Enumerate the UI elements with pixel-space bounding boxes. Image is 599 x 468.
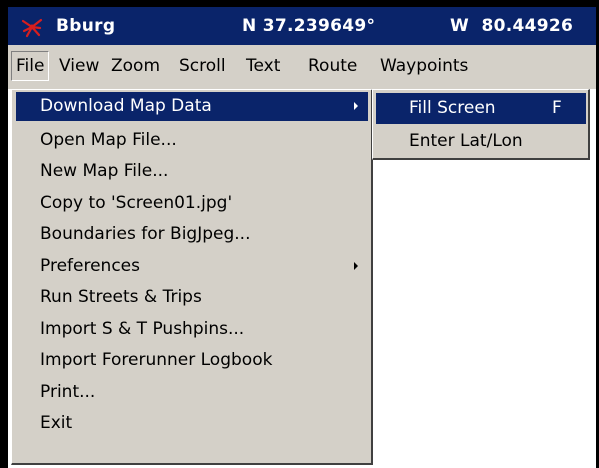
submenu-item-enter-lat-lon[interactable]: Enter Lat/Lon	[376, 126, 586, 157]
menu-item-label: Exit	[40, 413, 73, 433]
menu-item-label: Import Forerunner Logbook	[40, 350, 273, 370]
menu-item-label: Download Map Data	[40, 96, 212, 116]
menu-bar: File View Zoom Scroll Text Route Waypoin…	[8, 45, 596, 89]
menu-route[interactable]: Route	[304, 51, 361, 81]
menu-item-label: Run Streets & Trips	[40, 287, 202, 307]
file-menu-dropdown: Download Map Data Open Map File... New M…	[11, 89, 373, 465]
menu-item-preferences[interactable]: Preferences	[16, 252, 368, 281]
submenu-arrow-icon	[354, 262, 358, 270]
menu-waypoints[interactable]: Waypoints	[376, 51, 472, 81]
menu-zoom[interactable]: Zoom	[107, 51, 164, 81]
menu-item-label: Boundaries for BigJpeg...	[40, 224, 251, 244]
menu-item-download-map-data[interactable]: Download Map Data	[16, 92, 368, 121]
menu-item-label: Copy to 'Screen01.jpg'	[40, 193, 233, 213]
menu-item-label: Enter Lat/Lon	[409, 131, 523, 151]
title-bar[interactable]: Bburg N 37.239649° W 80.44926	[8, 7, 596, 45]
menu-item-open-map-file[interactable]: Open Map File...	[16, 126, 368, 155]
menu-item-label: Fill Screen	[409, 98, 496, 118]
menu-item-print[interactable]: Print...	[16, 378, 368, 407]
menu-text[interactable]: Text	[242, 51, 284, 81]
menu-item-label: Import S & T Pushpins...	[40, 319, 245, 339]
menu-item-label: Preferences	[40, 256, 140, 276]
menu-view[interactable]: View	[55, 51, 103, 81]
latitude-readout: N 37.239649°	[242, 16, 376, 36]
menu-item-boundaries-bigjpeg[interactable]: Boundaries for BigJpeg...	[16, 220, 368, 249]
menu-item-label: Open Map File...	[40, 130, 177, 150]
download-submenu: Fill Screen F Enter Lat/Lon	[372, 89, 590, 160]
menu-item-import-forerunner[interactable]: Import Forerunner Logbook	[16, 346, 368, 375]
menu-item-import-pushpins[interactable]: Import S & T Pushpins...	[16, 315, 368, 344]
menu-item-new-map-file[interactable]: New Map File...	[16, 157, 368, 186]
menu-scroll[interactable]: Scroll	[175, 51, 230, 81]
accelerator-key: F	[552, 98, 562, 118]
menu-item-label: New Map File...	[40, 161, 169, 181]
longitude-readout: W 80.44926	[450, 16, 574, 36]
submenu-item-fill-screen[interactable]: Fill Screen F	[376, 93, 586, 124]
menu-item-copy-to-screen[interactable]: Copy to 'Screen01.jpg'	[16, 189, 368, 218]
menu-file[interactable]: File	[11, 51, 50, 81]
map-pin-app-icon[interactable]	[20, 15, 44, 39]
submenu-arrow-icon	[354, 102, 358, 110]
menu-item-exit[interactable]: Exit	[16, 409, 368, 438]
menu-item-run-streets-trips[interactable]: Run Streets & Trips	[16, 283, 368, 312]
window-title: Bburg	[56, 16, 116, 36]
menu-item-label: Print...	[40, 382, 96, 402]
